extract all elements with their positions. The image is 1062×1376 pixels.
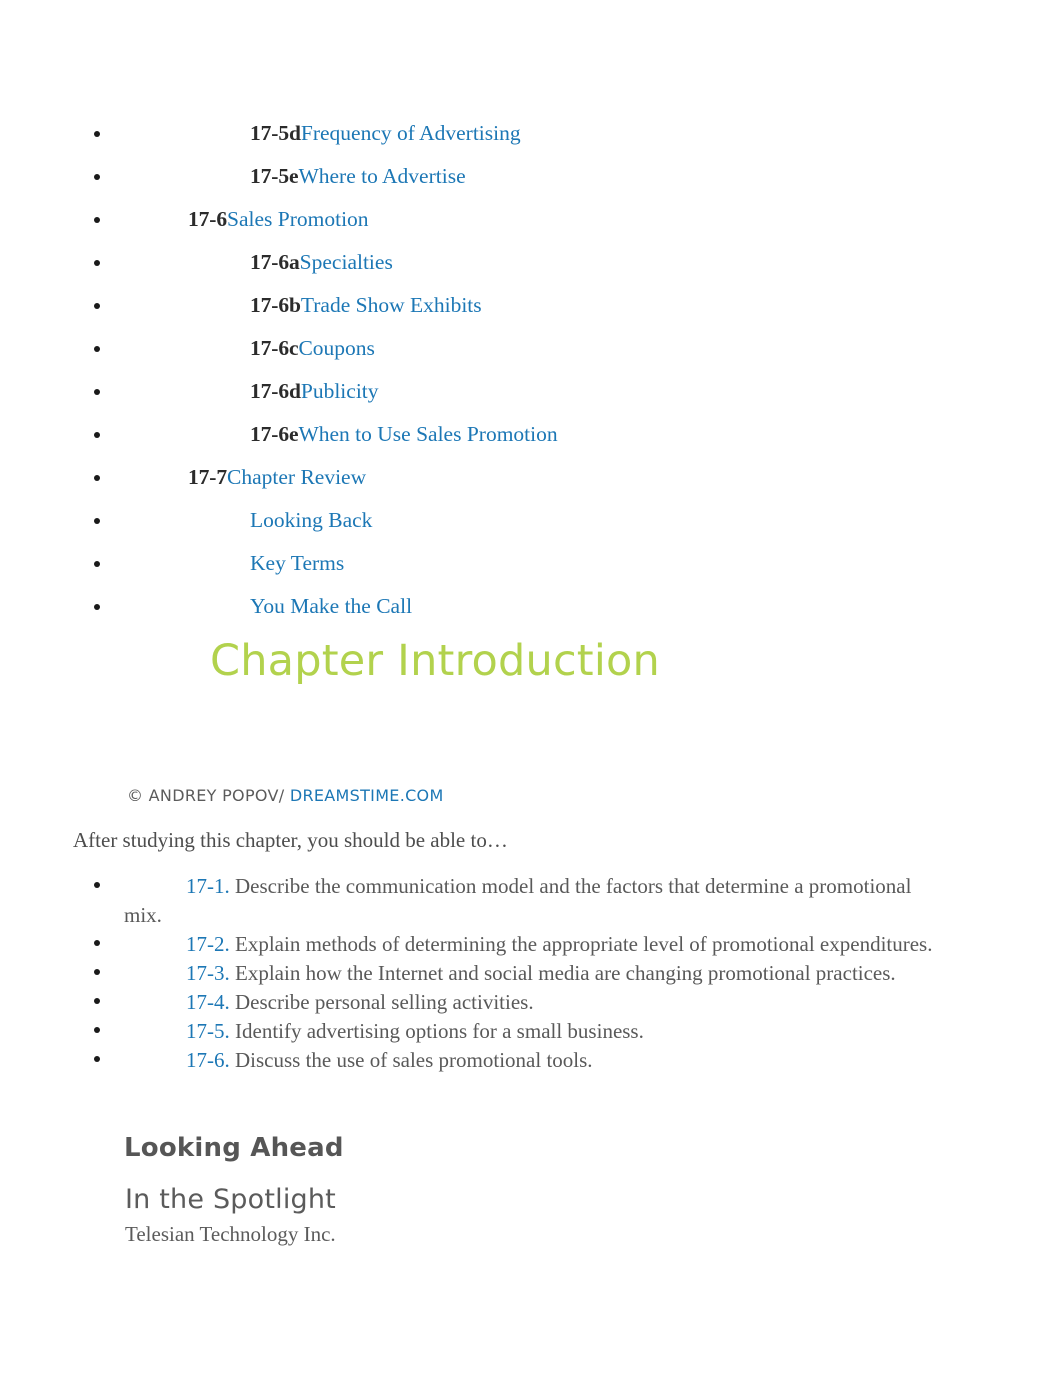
list-item[interactable]: Looking Back [0, 499, 1062, 542]
bullet-icon [94, 969, 100, 975]
toc-entry: 17-5eWhere to Advertise [250, 155, 466, 198]
toc-link[interactable]: Chapter Review [227, 465, 366, 489]
list-item: 17-3. Explain how the Internet and socia… [0, 959, 1000, 988]
image-credit-text: © ANDREY POPOV/ [127, 786, 290, 805]
list-item[interactable]: 17-5eWhere to Advertise [0, 155, 1062, 198]
toc-number: 17-6e [250, 422, 299, 446]
objective-number[interactable]: 17-1. [186, 874, 230, 898]
bullet-icon [94, 1027, 100, 1033]
list-item[interactable]: 17-5dFrequency of Advertising [0, 112, 1062, 155]
list-item: 17-5. Identify advertising options for a… [0, 1017, 1000, 1046]
toc-link[interactable]: Where to Advertise [298, 164, 465, 188]
objective-number[interactable]: 17-4. [186, 990, 230, 1014]
bullet-icon [94, 940, 100, 946]
toc-number: 17-6b [250, 293, 301, 317]
toc-entry: Looking Back [250, 499, 372, 542]
bullet-icon [94, 217, 100, 223]
page-title: Chapter Introduction [210, 636, 660, 686]
bullet-icon [94, 432, 100, 438]
toc-number: 17-6d [250, 379, 301, 403]
toc-link[interactable]: Publicity [301, 379, 379, 403]
list-item: 17-2. Explain methods of determining the… [0, 930, 1000, 959]
objective-text: Explain methods of determining the appro… [229, 932, 933, 956]
bullet-icon [94, 518, 100, 524]
toc-entry: 17-6eWhen to Use Sales Promotion [250, 413, 558, 456]
chapter-image-placeholder [126, 700, 826, 778]
toc-entry: 17-5dFrequency of Advertising [250, 112, 521, 155]
toc-link[interactable]: Sales Promotion [227, 207, 369, 231]
toc-entry: Key Terms [250, 542, 344, 585]
toc-number: 17-7 [188, 465, 228, 489]
list-item: 17-1. Describe the communication model a… [0, 872, 1000, 930]
objectives-intro: After studying this chapter, you should … [73, 828, 508, 852]
toc-number: 17-6c [250, 336, 299, 360]
looking-ahead-heading: Looking Ahead [124, 1133, 344, 1163]
learning-objectives-list: 17-1. Describe the communication model a… [0, 872, 1000, 1075]
objective-number[interactable]: 17-6. [186, 1048, 230, 1072]
company-name: Telesian Technology Inc. [125, 1222, 336, 1246]
list-item: 17-6. Discuss the use of sales promotion… [0, 1046, 1000, 1075]
bullet-icon [94, 882, 100, 888]
objective-number[interactable]: 17-5. [186, 1019, 230, 1043]
bullet-icon [94, 260, 100, 266]
toc-number: 17-5e [250, 164, 299, 188]
toc-number: 17-5d [250, 121, 301, 145]
image-credit: © ANDREY POPOV/ DREAMSTIME.COM [127, 786, 444, 805]
table-of-contents: 17-5dFrequency of Advertising 17-5eWhere… [0, 112, 1062, 628]
objective-text: Discuss the use of sales promotional too… [229, 1048, 593, 1072]
list-item: 17-4. Describe personal selling activiti… [0, 988, 1000, 1017]
toc-number: 17-6a [250, 250, 300, 274]
toc-entry: 17-6bTrade Show Exhibits [250, 284, 482, 327]
objective-text: Describe the communication model and the… [124, 874, 912, 927]
toc-entry: 17-6Sales Promotion [188, 198, 369, 241]
toc-link[interactable]: Trade Show Exhibits [301, 293, 482, 317]
bullet-icon [94, 475, 100, 481]
toc-link[interactable]: Coupons [298, 336, 374, 360]
list-item[interactable]: Key Terms [0, 542, 1062, 585]
objective-text: Explain how the Internet and social medi… [229, 961, 896, 985]
toc-link[interactable]: Frequency of Advertising [301, 121, 521, 145]
image-credit-link[interactable]: DREAMSTIME.COM [290, 786, 444, 805]
toc-link[interactable]: Looking Back [250, 508, 372, 532]
toc-link[interactable]: Specialties [300, 250, 393, 274]
toc-entry: You Make the Call [250, 585, 412, 628]
bullet-icon [94, 131, 100, 137]
list-item[interactable]: 17-7Chapter Review [0, 456, 1062, 499]
bullet-icon [94, 1056, 100, 1062]
toc-entry: 17-7Chapter Review [188, 456, 366, 499]
objective-number[interactable]: 17-2. [186, 932, 230, 956]
list-item[interactable]: 17-6Sales Promotion [0, 198, 1062, 241]
list-item[interactable]: 17-6bTrade Show Exhibits [0, 284, 1062, 327]
spotlight-heading: In the Spotlight [125, 1184, 336, 1215]
toc-entry: 17-6cCoupons [250, 327, 375, 370]
list-item[interactable]: 17-6eWhen to Use Sales Promotion [0, 413, 1062, 456]
bullet-icon [94, 561, 100, 567]
toc-number: 17-6 [188, 207, 228, 231]
bullet-icon [94, 346, 100, 352]
objective-text: Describe personal selling activities. [229, 990, 534, 1014]
toc-entry: 17-6aSpecialties [250, 241, 393, 284]
bullet-icon [94, 604, 100, 610]
list-item[interactable]: 17-6dPublicity [0, 370, 1062, 413]
toc-link[interactable]: Key Terms [250, 551, 344, 575]
bullet-icon [94, 389, 100, 395]
toc-entry: 17-6dPublicity [250, 370, 379, 413]
objective-number[interactable]: 17-3. [186, 961, 230, 985]
bullet-icon [94, 998, 100, 1004]
list-item[interactable]: You Make the Call [0, 585, 1062, 628]
document-page: 17-5dFrequency of Advertising 17-5eWhere… [0, 0, 1062, 1376]
toc-link[interactable]: You Make the Call [250, 594, 412, 618]
bullet-icon [94, 174, 100, 180]
objective-text: Identify advertising options for a small… [229, 1019, 644, 1043]
list-item[interactable]: 17-6cCoupons [0, 327, 1062, 370]
list-item[interactable]: 17-6aSpecialties [0, 241, 1062, 284]
bullet-icon [94, 303, 100, 309]
toc-link[interactable]: When to Use Sales Promotion [298, 422, 557, 446]
